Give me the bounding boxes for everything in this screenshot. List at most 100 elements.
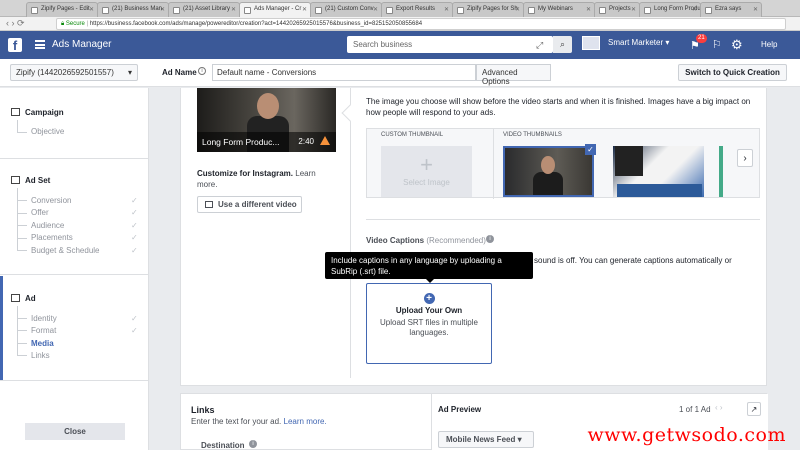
video-thumbnail[interactable] [613,146,704,197]
custom-thumbnail-label: CUSTOM THUMBNAIL [381,132,444,138]
sidebar-section-campaign[interactable]: Campaign [11,108,64,117]
tree-line [17,120,18,132]
check-icon: ✓ [585,144,596,155]
sidebar-item-budget[interactable]: Budget & Schedule [31,246,100,255]
check-icon: ✓ [131,233,138,242]
preview-nav-arrows[interactable]: ‹ › [715,403,723,412]
sidebar-item-conversion[interactable]: Conversion [31,196,71,205]
close-icon[interactable]: ✕ [515,6,520,13]
close-icon[interactable]: ✕ [444,6,449,13]
sidebar-item-placements[interactable]: Placements [31,233,73,242]
video-captions-title: Video Captions (Recommended) [366,236,486,245]
browser-tab[interactable]: Ezra says ✕ [700,2,762,17]
sidebar-item-offer[interactable]: Offer [31,208,49,217]
thumbnail-picker: CUSTOM THUMBNAIL VIDEO THUMBNAILS + Selec… [366,128,760,199]
sidebar-item-media[interactable]: Media [31,339,54,348]
sidebar-item-audience[interactable]: Audience [31,221,64,230]
browser-tab[interactable]: (21) Business Man ✕ [97,2,169,17]
close-icon[interactable]: ✕ [692,6,697,13]
close-icon[interactable]: ✕ [231,6,236,13]
gear-icon[interactable]: ⚙ [731,37,743,53]
browser-tab[interactable]: My Webinars ✕ [523,2,595,17]
tree-branch [17,330,27,331]
external-link-icon[interactable]: ↗ [747,402,761,416]
warning-icon[interactable] [320,136,330,145]
browser-tab[interactable]: (21) Custom Conv ✕ [310,2,382,17]
browser-tab[interactable]: Long Form Produ ✕ [639,2,701,17]
learn-more-link[interactable]: Learn more. [284,417,327,426]
info-icon[interactable]: i [198,67,206,75]
thumb-presenter-head [541,156,555,174]
help-link[interactable]: Help [761,40,777,49]
notifications-icon[interactable]: ⚑ 21 [690,34,707,52]
sidebar: Campaign Objective Ad Set Conversion ✓ O… [0,88,149,450]
facebook-logo-icon[interactable]: f [8,38,22,53]
close-icon[interactable]: ✕ [631,6,636,13]
links-title: Links [191,405,215,415]
favicon-icon [315,7,322,14]
close-icon[interactable]: ✕ [753,6,758,13]
check-icon: ✓ [131,196,138,205]
back-forward-icon[interactable]: ‹ › ⟳ [6,18,25,29]
tree-line [17,188,18,250]
favicon-icon [644,7,651,14]
browser-tab[interactable]: (21) Asset Library ✕ [168,2,240,17]
browser-tab[interactable]: Zipify Pages - Edit ✕ [26,2,98,17]
ad-name-input[interactable]: Default name - Conversions [212,64,476,81]
app-title: Ads Manager [52,39,112,50]
links-description: Enter the text for your ad. Learn more. [191,417,327,426]
sidebar-item-format[interactable]: Format [31,326,56,335]
favicon-icon [705,7,712,14]
browser-tab-active[interactable]: Ads Manager - Cr ✕ [239,2,311,17]
chevron-down-icon: ▾ [517,435,522,444]
close-icon[interactable]: ✕ [89,6,94,13]
plus-circle-icon: + [423,293,435,304]
upload-description: Upload SRT files in multiple languages. [380,318,478,337]
sidebar-section-adset[interactable]: Ad Set [11,176,50,185]
advanced-options-button[interactable]: Advanced Options [476,64,551,86]
quick-creation-button[interactable]: Switch to Quick Creation [678,64,787,81]
ad-icon [11,294,20,302]
sidebar-item-identity[interactable]: Identity [31,314,57,323]
wand-icon[interactable]: ⤢ [536,40,543,51]
ad-account-select[interactable]: Zipify (1442026592501557) ▾ [10,64,138,81]
tree-branch [17,355,27,356]
video-thumbnail[interactable] [719,146,723,197]
info-icon[interactable]: i [486,235,494,243]
close-icon[interactable]: ✕ [586,6,591,13]
watermark-text: www.getwsodo.com [587,424,786,446]
campaign-icon [11,108,20,116]
browser-tab[interactable]: Projects ✕ [594,2,640,17]
close-icon[interactable]: ✕ [302,6,307,13]
sidebar-section-ad[interactable]: Ad [11,294,36,303]
next-arrow-button[interactable]: › [737,149,753,167]
sidebar-item-objective[interactable]: Objective [31,127,64,136]
search-icon[interactable]: ⌕ [553,36,572,53]
url-field[interactable]: 🔒︎ Secure | https://business.facebook.co… [56,18,786,30]
tree-branch [17,225,27,226]
video-preview[interactable]: Long Form Produc... 2:40 [197,88,336,152]
close-icon[interactable]: ✕ [160,6,165,13]
menu-icon[interactable] [35,40,45,49]
active-section-indicator [0,276,3,380]
divider [0,380,149,381]
sidebar-item-links[interactable]: Links [31,351,50,360]
account-switcher[interactable]: Smart Marketer ▾ [582,36,669,54]
flag-icon[interactable]: ⚐ [712,38,722,51]
close-button[interactable]: Close [25,423,125,440]
info-icon[interactable]: i [249,440,257,448]
browser-tab[interactable]: Zipify Pages for Sh ✕ [452,2,524,17]
video-thumbnail-selected[interactable] [503,146,594,197]
chevron-down-icon: ▾ [127,68,132,77]
tree-branch [17,200,27,201]
different-video-button[interactable]: Use a different video [197,196,302,213]
destination-label: Destination [201,441,245,450]
divider [493,129,494,199]
placement-select[interactable]: Mobile News Feed ▾ [438,431,534,448]
browser-tab[interactable]: Export Results ✕ [381,2,453,17]
select-image-button[interactable]: + Select Image [381,146,472,197]
ad-preview-title: Ad Preview [438,405,482,414]
search-input[interactable]: Search business [347,36,553,53]
close-icon[interactable]: ✕ [373,6,378,13]
upload-captions-option[interactable]: + Upload Your Own Upload SRT files in mu… [366,283,492,364]
